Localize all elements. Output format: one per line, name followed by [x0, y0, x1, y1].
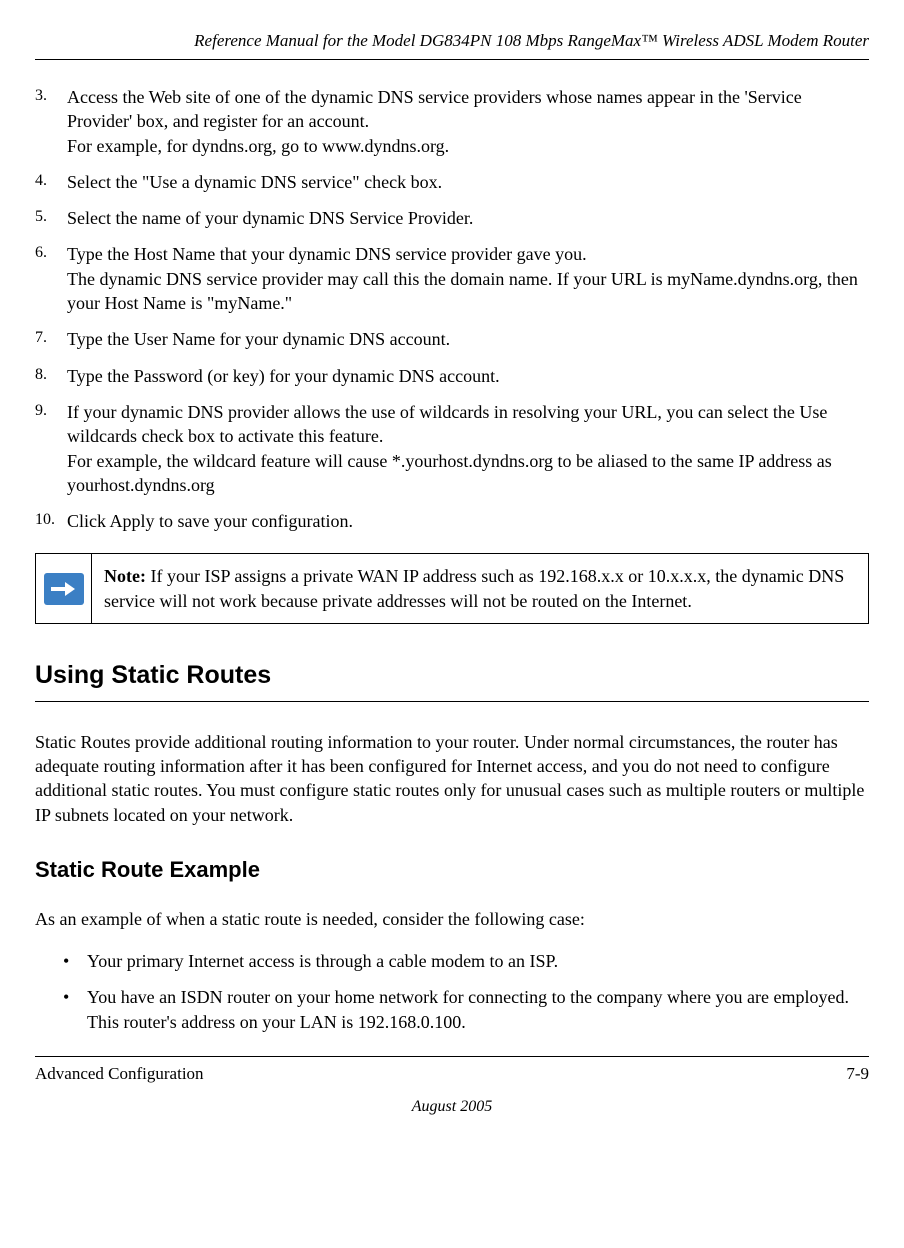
footer-date: August 2005 [35, 1096, 869, 1118]
step-text: Access the Web site of one of the dynami… [67, 85, 869, 158]
step-number: 8. [35, 364, 67, 388]
step-text: If your dynamic DNS provider allows the … [67, 400, 869, 497]
step-text: Click Apply to save your configuration. [67, 509, 869, 533]
subsection-intro: As an example of when a static route is … [35, 907, 869, 931]
footer-section-name: Advanced Configuration [35, 1063, 204, 1086]
step-6: 6. Type the Host Name that your dynamic … [35, 242, 869, 315]
step-9: 9. If your dynamic DNS provider allows t… [35, 400, 869, 497]
ordered-steps: 3. Access the Web site of one of the dyn… [35, 85, 869, 533]
note-body: If your ISP assigns a private WAN IP add… [104, 566, 844, 610]
step-number: 10. [35, 509, 67, 533]
section-title-static-routes: Using Static Routes [35, 659, 869, 693]
footer-rule [35, 1056, 869, 1057]
step-text: Type the Host Name that your dynamic DNS… [67, 242, 869, 315]
step-10: 10. Click Apply to save your configurati… [35, 509, 869, 533]
bullet-text: You have an ISDN router on your home net… [87, 985, 869, 1034]
note-box: Note: If your ISP assigns a private WAN … [35, 553, 869, 624]
note-icon-cell [36, 554, 92, 623]
subsection-title-example: Static Route Example [35, 855, 869, 885]
step-4: 4. Select the "Use a dynamic DNS service… [35, 170, 869, 194]
bullet-text: Your primary Internet access is through … [87, 949, 869, 973]
bullet-mark: • [63, 949, 87, 973]
step-number: 4. [35, 170, 67, 194]
step-number: 9. [35, 400, 67, 497]
header-rule [35, 59, 869, 60]
step-5: 5. Select the name of your dynamic DNS S… [35, 206, 869, 230]
step-number: 5. [35, 206, 67, 230]
page-footer: Advanced Configuration 7-9 [35, 1063, 869, 1086]
step-text: Select the name of your dynamic DNS Serv… [67, 206, 869, 230]
step-number: 6. [35, 242, 67, 315]
bullet-2: • You have an ISDN router on your home n… [35, 985, 869, 1034]
section-rule [35, 701, 869, 702]
step-3: 3. Access the Web site of one of the dyn… [35, 85, 869, 158]
page-header-title: Reference Manual for the Model DG834PN 1… [35, 30, 869, 53]
section-paragraph: Static Routes provide additional routing… [35, 730, 869, 827]
step-8: 8. Type the Password (or key) for your d… [35, 364, 869, 388]
step-text: Select the "Use a dynamic DNS service" c… [67, 170, 869, 194]
bullet-1: • Your primary Internet access is throug… [35, 949, 869, 973]
arrow-icon [44, 573, 84, 605]
step-number: 3. [35, 85, 67, 158]
step-text: Type the Password (or key) for your dyna… [67, 364, 869, 388]
footer-page-number: 7-9 [846, 1063, 869, 1086]
bullet-list: • Your primary Internet access is throug… [35, 949, 869, 1034]
note-label: Note: [104, 566, 146, 586]
note-text: Note: If your ISP assigns a private WAN … [92, 554, 868, 623]
bullet-mark: • [63, 985, 87, 1034]
step-text: Type the User Name for your dynamic DNS … [67, 327, 869, 351]
step-7: 7. Type the User Name for your dynamic D… [35, 327, 869, 351]
step-number: 7. [35, 327, 67, 351]
